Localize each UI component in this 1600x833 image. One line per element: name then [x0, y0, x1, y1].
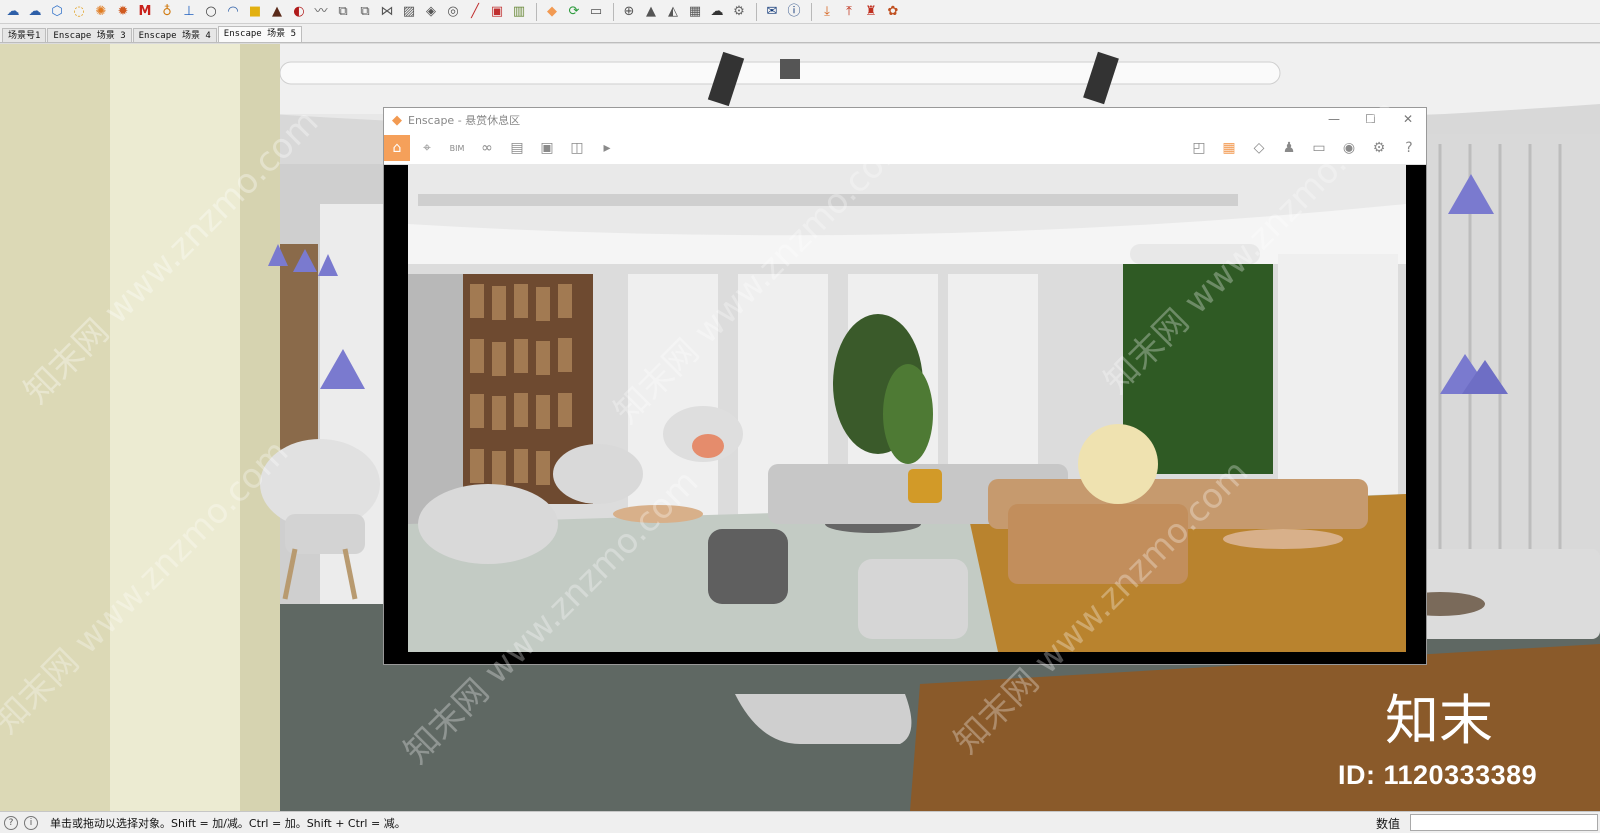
info-circle-icon[interactable]: i: [24, 815, 38, 830]
scene-tab-5[interactable]: Enscape 场景 5: [217, 26, 302, 42]
measurements-input[interactable]: [1410, 814, 1598, 831]
zoom-icon[interactable]: ⬡: [48, 3, 66, 21]
m-icon[interactable]: M: [136, 3, 154, 21]
bulb-icon[interactable]: ◌: [70, 3, 88, 21]
terrain-icon[interactable]: ◭: [664, 3, 682, 21]
cloud-icon[interactable]: ☁: [708, 3, 726, 21]
box-dark-icon[interactable]: ▲: [268, 3, 286, 21]
help-icon[interactable]: ?: [1396, 135, 1422, 161]
panel-icon[interactable]: ▨: [400, 3, 418, 21]
bim-icon[interactable]: BIM: [444, 135, 470, 161]
sun-icon[interactable]: ✺: [92, 3, 110, 21]
measurements-label: 数值: [1375, 817, 1400, 831]
enscape-icon[interactable]: ◆: [543, 3, 561, 21]
image-icon[interactable]: ▣: [488, 3, 506, 21]
cube-icon[interactable]: ◇: [1246, 135, 1272, 161]
settings-icon[interactable]: ✿: [884, 3, 902, 21]
toolbar-separator: [811, 2, 812, 21]
swirl-icon[interactable]: ◐: [290, 3, 308, 21]
copy-icon[interactable]: ⧉: [334, 3, 352, 21]
scene-tab-3[interactable]: Enscape 场景 3: [47, 28, 132, 42]
plus-circle-icon[interactable]: ⊕: [620, 3, 638, 21]
scene-tab-1[interactable]: 场景号1: [2, 28, 47, 42]
map-icon[interactable]: ◰: [1186, 135, 1212, 161]
gear-sun-icon[interactable]: ✹: [114, 3, 132, 21]
pan-icon[interactable]: ☁: [26, 3, 44, 21]
download-icon[interactable]: ⤓: [818, 3, 836, 21]
window-icon[interactable]: ▭: [587, 3, 605, 21]
status-message: 单击或拖动以选择对象。Shift = 加/减。Ctrl = 加。Shift + …: [50, 816, 406, 830]
location-icon[interactable]: ⌖: [414, 135, 440, 161]
mail-icon[interactable]: ✉: [763, 3, 781, 21]
id-watermark: ID: 1120333389: [1338, 760, 1538, 790]
clapper-icon[interactable]: ▤: [504, 135, 530, 161]
refresh-icon[interactable]: ⟳: [565, 3, 583, 21]
circle-icon[interactable]: ○: [202, 3, 220, 21]
orbit-icon[interactable]: ☁: [4, 3, 22, 21]
bucket-icon[interactable]: ▥: [510, 3, 528, 21]
toolbar-separator: [613, 2, 614, 21]
ring-icon[interactable]: ◎: [444, 3, 462, 21]
main-toolbar: ☁ ☁ ⬡ ◌ ✺ ✹ M ♁ ⊥ ○ ◠ ■ ▲ ◐ 〰 ⧉ ⧉ ⋈ ▨ ◈ …: [0, 0, 1600, 24]
toolbar-separator: [536, 2, 537, 21]
export-exe-icon[interactable]: ▸: [594, 135, 620, 161]
export-image-icon[interactable]: ▣: [534, 135, 560, 161]
wave-icon[interactable]: 〰: [312, 3, 330, 21]
export-360-icon[interactable]: ◫: [564, 135, 590, 161]
brand-watermark: 知末: [1385, 689, 1493, 752]
layers-icon[interactable]: ⧉: [356, 3, 374, 21]
enscape-title: Enscape - 悬赏休息区: [408, 114, 521, 127]
stamp-icon[interactable]: ♜: [862, 3, 880, 21]
arc-icon[interactable]: ◠: [224, 3, 242, 21]
binoculars-icon[interactable]: ∞: [474, 135, 500, 161]
enscape-logo-icon: ◆: [392, 112, 402, 128]
tree-icon[interactable]: ▲: [642, 3, 660, 21]
home-icon[interactable]: ⌂: [384, 135, 410, 161]
enscape-titlebar: ◆ Enscape - 悬赏休息区 — ☐ ✕: [384, 108, 1426, 132]
screenshot-icon[interactable]: ▦: [1216, 135, 1242, 161]
figures-icon[interactable]: ♟: [1276, 135, 1302, 161]
diamond-icon[interactable]: ◈: [422, 3, 440, 21]
info-icon[interactable]: ⓘ: [785, 3, 803, 21]
geolocation-icon[interactable]: ?: [4, 815, 18, 830]
slash-icon[interactable]: ╱: [466, 3, 484, 21]
toolbar-separator: [756, 2, 757, 21]
scene-tabs: 场景号1 Enscape 场景 3 Enscape 场景 4 Enscape 场…: [0, 24, 1600, 43]
scene-tab-4[interactable]: Enscape 场景 4: [132, 28, 217, 42]
checker-icon[interactable]: ▦: [686, 3, 704, 21]
gear-icon[interactable]: ⚙: [730, 3, 748, 21]
box-yellow-icon[interactable]: ■: [246, 3, 264, 21]
mirror-icon[interactable]: ⋈: [378, 3, 396, 21]
paint-icon[interactable]: ♁: [158, 3, 176, 21]
upload-icon[interactable]: ⤒: [840, 3, 858, 21]
figure-icon[interactable]: ⊥: [180, 3, 198, 21]
status-bar: ? i 单击或拖动以选择对象。Shift = 加/减。Ctrl = 加。Shif…: [0, 811, 1600, 833]
